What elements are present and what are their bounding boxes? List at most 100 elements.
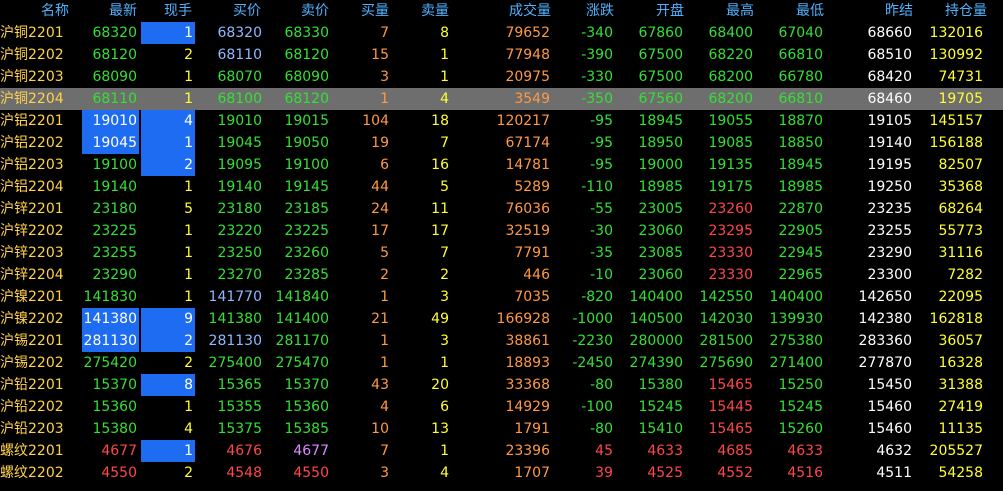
cell-bidvol: 17 (371, 223, 389, 239)
cell-low: 22870 (778, 201, 823, 217)
header-latest[interactable]: 最新 (108, 0, 138, 22)
table-row[interactable]: 螺纹2202 4550 2 4548 4550 3 4 1707 39 4525 4552 4516 4… (0, 462, 1003, 484)
cell-low: 18870 (778, 113, 823, 129)
header-prev[interactable]: 昨结 (884, 0, 914, 22)
table-row[interactable]: 沪铝2201 19010 4 19010 19015 104 18 120217 -95 1894… (0, 110, 1003, 132)
cell-askvol: 11 (431, 201, 449, 217)
cell-ask: 281170 (275, 333, 329, 349)
cell-latest: 23225 (92, 223, 137, 239)
cell-volume: 23396 (505, 443, 550, 459)
cell-volume: 120217 (496, 113, 550, 129)
table-row[interactable]: 沪镍2202 141380 9 141380 141400 21 49 166928 -1000… (0, 308, 1003, 330)
table-row[interactable]: 沪铅2202 15360 1 15355 15360 4 6 14929 -100 15245 15… (0, 396, 1003, 418)
cell-bid: 141380 (208, 311, 262, 327)
cell-bid: 4676 (226, 443, 262, 459)
table-row[interactable]: 沪铜2201 68320 1 68320 68330 7 8 79652 -340 67860 68… (0, 22, 1003, 44)
cell-high: 19135 (708, 157, 753, 173)
cell-prev: 142380 (858, 311, 912, 327)
cell-hand: 1 (184, 399, 193, 415)
header-name[interactable]: 名称 (40, 0, 70, 22)
cell-prev: 19195 (867, 157, 912, 173)
cell-chg: -110 (581, 179, 613, 195)
cell-latest: 15380 (92, 421, 137, 437)
table-row[interactable]: 沪锡2202 275420 2 275400 275470 1 1 18893 -2450 274… (0, 352, 1003, 374)
cell-hand: 4 (141, 110, 195, 132)
cell-oi: 7282 (947, 267, 983, 283)
table-row[interactable]: 沪铝2202 19045 1 19045 19050 19 7 67174 -95 18950 19… (0, 132, 1003, 154)
table-row[interactable]: 沪锌2201 23180 5 23180 23185 24 11 76036 -55 23005 2… (0, 198, 1003, 220)
cell-ask: 19050 (284, 135, 329, 151)
cell-prev: 68660 (867, 25, 912, 41)
header-chg[interactable]: 涨跌 (585, 0, 615, 22)
cell-ask: 19015 (284, 113, 329, 129)
cell-prev: 19105 (867, 113, 912, 129)
cell-open: 23085 (638, 245, 683, 261)
header-oi[interactable]: 持仓量 (944, 0, 988, 22)
header-hand[interactable]: 现手 (163, 0, 193, 22)
table-row[interactable]: 沪镍2201 141830 1 141770 141840 1 3 7035 -820 14040… (0, 286, 1003, 308)
cell-low: 18985 (778, 179, 823, 195)
cell-bidvol: 10 (371, 421, 389, 437)
cell-bidvol: 5 (380, 245, 389, 261)
cell-oi: 162818 (929, 311, 983, 327)
table-row[interactable]: 沪锌2204 23290 1 23270 23285 2 2 446 -10 23060 23330… (0, 264, 1003, 286)
table-row[interactable]: 沪铝2203 19100 2 19095 19100 6 16 14781 -95 19000 19… (0, 154, 1003, 176)
cell-hand: 1 (184, 91, 193, 107)
cell-oi: 55773 (938, 223, 983, 239)
cell-hand: 1 (184, 289, 193, 305)
cell-bid: 23180 (217, 201, 262, 217)
cell-askvol: 6 (440, 399, 449, 415)
table-row[interactable]: 沪锌2202 23225 1 23220 23225 17 17 32519 -30 23060 2… (0, 220, 1003, 242)
cell-askvol: 7 (440, 135, 449, 151)
cell-name: 沪锌2203 (0, 245, 64, 261)
cell-low: 4516 (787, 465, 823, 481)
cell-low: 15260 (778, 421, 823, 437)
cell-bid: 68320 (217, 25, 262, 41)
table-row[interactable]: 沪锌2203 23255 1 23250 23260 5 7 7791 -35 23085 2333… (0, 242, 1003, 264)
cell-name: 沪铜2201 (0, 25, 64, 41)
table-row[interactable]: 沪锡2201 281130 2 281130 281170 1 3 38861 -2230 280… (0, 330, 1003, 352)
cell-latest: 68320 (92, 25, 137, 41)
header-bid[interactable]: 买价 (232, 0, 262, 22)
cell-prev: 142650 (858, 289, 912, 305)
cell-low: 66810 (778, 47, 823, 63)
cell-name: 螺纹2202 (0, 465, 64, 481)
cell-chg: -55 (590, 201, 613, 217)
header-high[interactable]: 最高 (725, 0, 755, 22)
cell-volume: 20975 (505, 69, 550, 85)
table-row[interactable]: 螺纹2201 4677 1 4676 4677 7 1 23396 45 4633 4685 4633… (0, 440, 1003, 462)
header-askvol[interactable]: 卖量 (420, 0, 450, 22)
cell-chg: -100 (581, 399, 613, 415)
cell-bidvol: 1 (380, 289, 389, 305)
table-row[interactable]: 沪铜2202 68120 2 68110 68120 15 1 77948 -390 67500 6… (0, 44, 1003, 66)
header-open[interactable]: 开盘 (655, 0, 685, 22)
cell-name: 沪锡2201 (0, 333, 64, 349)
cell-bidvol: 1 (380, 355, 389, 371)
header-ask[interactable]: 卖价 (300, 0, 330, 22)
cell-bid: 23220 (217, 223, 262, 239)
table-row[interactable]: 沪铜2204 68110 1 68100 68120 1 4 3549 -350 67560 682… (0, 88, 1003, 110)
cell-askvol: 1 (440, 443, 449, 459)
cell-askvol: 8 (440, 25, 449, 41)
cell-ask: 141840 (275, 289, 329, 305)
cell-prev: 4632 (876, 443, 912, 459)
cell-high: 4552 (717, 465, 753, 481)
cell-bidvol: 43 (371, 377, 389, 393)
cell-name: 螺纹2201 (0, 443, 64, 459)
table-row[interactable]: 沪铝2204 19140 1 19140 19145 44 5 5289 -110 18985 19… (0, 176, 1003, 198)
cell-name: 沪锌2202 (0, 223, 64, 239)
cell-askvol: 3 (440, 333, 449, 349)
cell-name: 沪铅2201 (0, 377, 64, 393)
cell-ask: 15360 (284, 399, 329, 415)
cell-volume: 5289 (514, 179, 550, 195)
table-row[interactable]: 沪铜2203 68090 1 68070 68090 3 1 20975 -330 67500 68… (0, 66, 1003, 88)
cell-bid: 275400 (208, 355, 262, 371)
header-bidvol[interactable]: 买量 (360, 0, 390, 22)
cell-ask: 4550 (293, 465, 329, 481)
cell-volume: 1791 (514, 421, 550, 437)
cell-chg: -35 (590, 245, 613, 261)
table-row[interactable]: 沪铅2201 15370 8 15365 15370 43 20 33368 -80 15380 1… (0, 374, 1003, 396)
header-low[interactable]: 最低 (795, 0, 825, 22)
table-row[interactable]: 沪铅2203 15380 4 15375 15385 10 13 1791 -80 15410 15… (0, 418, 1003, 440)
header-volume[interactable]: 成交量 (508, 0, 552, 22)
